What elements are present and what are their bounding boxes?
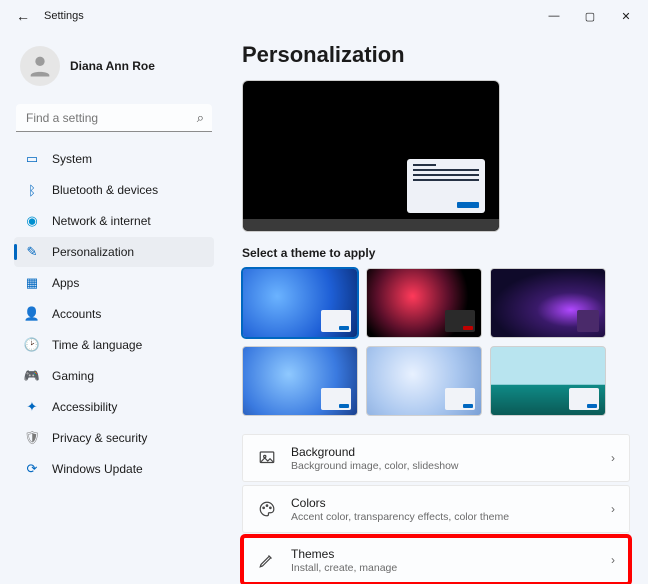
- close-button[interactable]: ✕: [608, 2, 644, 30]
- theme-option-3[interactable]: [490, 268, 606, 338]
- option-subtitle: Accent color, transparency effects, colo…: [291, 511, 597, 523]
- theme-section-label: Select a theme to apply: [242, 246, 630, 260]
- avatar: [20, 46, 60, 86]
- search-box[interactable]: ⌕: [16, 104, 212, 132]
- option-themes[interactable]: Themes Install, create, manage ›: [242, 536, 630, 584]
- option-subtitle: Install, create, manage: [291, 562, 597, 574]
- theme-option-1[interactable]: [242, 268, 358, 338]
- nav-label: Windows Update: [52, 462, 143, 476]
- chevron-right-icon: ›: [611, 451, 615, 465]
- nav-accessibility[interactable]: ✦ Accessibility: [14, 392, 214, 422]
- nav-time[interactable]: 🕑 Time & language: [14, 330, 214, 360]
- chevron-right-icon: ›: [611, 502, 615, 516]
- accessibility-icon: ✦: [24, 399, 40, 415]
- shield-icon: 🛡: [24, 430, 40, 446]
- nav-label: Time & language: [52, 338, 142, 352]
- theme-grid: [242, 268, 630, 416]
- nav-label: Network & internet: [52, 214, 151, 228]
- update-icon: ⟳: [24, 461, 40, 477]
- page-title: Personalization: [242, 42, 630, 68]
- main-panel: Personalization Select a theme to apply: [224, 36, 630, 584]
- nav-personalization[interactable]: ✎ Personalization: [14, 237, 214, 267]
- user-name: Diana Ann Roe: [70, 59, 155, 73]
- apps-icon: ▦: [24, 275, 40, 291]
- option-background[interactable]: Background Background image, color, slid…: [242, 434, 630, 482]
- nav-label: Accounts: [52, 307, 101, 321]
- minimize-button[interactable]: —: [536, 2, 572, 30]
- accounts-icon: 👤: [24, 306, 40, 322]
- option-title: Background: [291, 445, 597, 459]
- option-title: Themes: [291, 547, 597, 561]
- nav-label: Bluetooth & devices: [52, 183, 158, 197]
- profile-block[interactable]: Diana Ann Roe: [14, 36, 214, 100]
- gaming-icon: 🎮: [24, 368, 40, 384]
- nav-label: Gaming: [52, 369, 94, 383]
- nav-update[interactable]: ⟳ Windows Update: [14, 454, 214, 484]
- back-button[interactable]: ←: [14, 8, 32, 24]
- option-title: Colors: [291, 496, 597, 510]
- nav-label: Privacy & security: [52, 431, 147, 445]
- bluetooth-icon: ᛒ: [24, 182, 40, 198]
- search-icon: ⌕: [197, 110, 204, 126]
- chevron-right-icon: ›: [611, 553, 615, 567]
- app-title: Settings: [44, 10, 84, 22]
- clock-icon: 🕑: [24, 337, 40, 353]
- system-icon: ▭: [24, 151, 40, 167]
- nav-label: Personalization: [52, 245, 134, 259]
- nav-label: Apps: [52, 276, 79, 290]
- option-subtitle: Background image, color, slideshow: [291, 460, 597, 472]
- nav-label: Accessibility: [52, 400, 117, 414]
- theme-option-4[interactable]: [242, 346, 358, 416]
- nav-bluetooth[interactable]: ᛒ Bluetooth & devices: [14, 175, 214, 205]
- theme-option-6[interactable]: [490, 346, 606, 416]
- theme-option-2[interactable]: [366, 268, 482, 338]
- nav-privacy[interactable]: 🛡 Privacy & security: [14, 423, 214, 453]
- image-icon: [257, 448, 277, 468]
- wifi-icon: ◉: [24, 213, 40, 229]
- brush-icon: ✎: [24, 244, 40, 260]
- nav-apps[interactable]: ▦ Apps: [14, 268, 214, 298]
- theme-option-5[interactable]: [366, 346, 482, 416]
- nav-gaming[interactable]: 🎮 Gaming: [14, 361, 214, 391]
- nav-accounts[interactable]: 👤 Accounts: [14, 299, 214, 329]
- pen-icon: [257, 550, 277, 570]
- option-colors[interactable]: Colors Accent color, transparency effect…: [242, 485, 630, 533]
- nav-network[interactable]: ◉ Network & internet: [14, 206, 214, 236]
- maximize-button[interactable]: ▢: [572, 2, 608, 30]
- desktop-preview: [242, 80, 500, 232]
- sidebar: Diana Ann Roe ⌕ ▭ System ᛒ Bluetooth & d…: [14, 36, 224, 584]
- search-input[interactable]: [16, 104, 212, 132]
- palette-icon: [257, 499, 277, 519]
- nav-label: System: [52, 152, 92, 166]
- nav-system[interactable]: ▭ System: [14, 144, 214, 174]
